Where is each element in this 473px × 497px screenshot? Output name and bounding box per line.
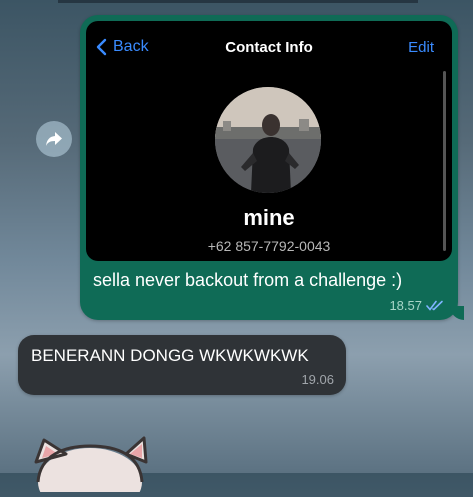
previous-message-edge (58, 0, 418, 3)
avatar-photo (215, 87, 321, 193)
screenshot-title: Contact Info (225, 39, 313, 56)
contact-avatar (215, 87, 321, 193)
incoming-message-bubble[interactable]: BENERANN DONGG WKWKWKWK 19.06 (18, 335, 346, 395)
message-time: 18.57 (389, 298, 422, 313)
contact-info-screenshot[interactable]: Back Contact Info Edit mine +62 857-7792… (86, 21, 452, 261)
message-text: sella never backout from a challenge :) (93, 270, 403, 290)
message-time: 19.06 (301, 372, 334, 387)
message-text: BENERANN DONGG WKWKWKWK (31, 346, 309, 365)
forward-button[interactable] (36, 121, 72, 157)
double-check-icon (426, 300, 443, 311)
message-meta: 18.57 (389, 298, 444, 313)
contact-phone: +62 857-7792-0043 (207, 238, 331, 254)
forward-arrow-icon (46, 132, 62, 146)
outgoing-message-bubble[interactable]: Back Contact Info Edit mine +62 857-7792… (80, 15, 464, 320)
edit-button: Edit (408, 39, 434, 56)
sticker-cat-icon[interactable] (30, 432, 150, 497)
contact-name: mine (243, 205, 295, 230)
bubble-tail (450, 306, 464, 320)
